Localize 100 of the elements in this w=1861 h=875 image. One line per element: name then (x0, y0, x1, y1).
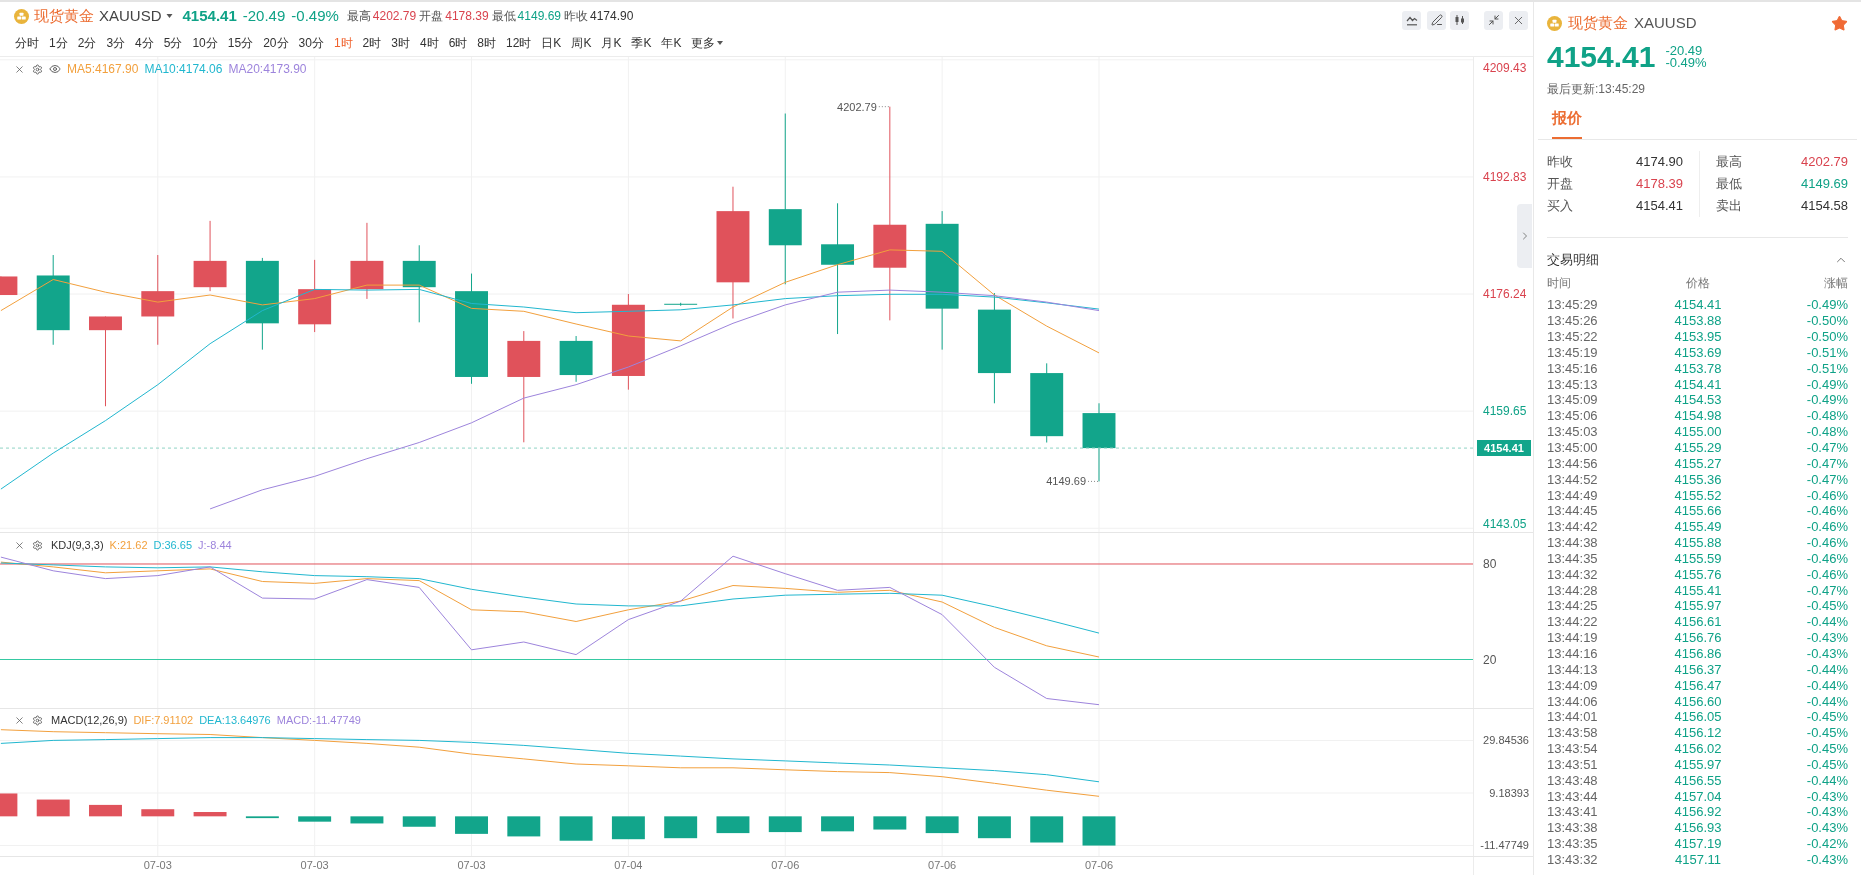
symbol-dropdown[interactable]: XAUUSD (99, 4, 173, 28)
trade-time: 13:44:09 (1547, 677, 1598, 693)
indicator-button[interactable] (1402, 10, 1421, 30)
shrink-button[interactable] (1484, 10, 1503, 30)
interval-tab[interactable]: 周K (571, 34, 592, 52)
interval-tab[interactable]: 季K (631, 34, 652, 52)
quote-value: 4154.41 (1636, 197, 1683, 216)
trade-price: 4156.61 (1674, 614, 1722, 630)
interval-tab[interactable]: 6时 (448, 34, 468, 52)
interval-tab[interactable]: 30分 (298, 34, 324, 52)
trade-price: 4156.12 (1674, 725, 1722, 741)
trade-change: -0.47% (1806, 440, 1848, 455)
eye-icon[interactable] (49, 63, 61, 75)
trade-time: 13:45:13 (1547, 376, 1598, 392)
interval-tab[interactable]: 8时 (477, 34, 496, 52)
draw-button[interactable] (1427, 10, 1446, 30)
trade-price: 4157.04 (1674, 788, 1722, 804)
interval-tab[interactable]: 2分 (77, 34, 97, 52)
trade-time: 13:45:26 (1547, 313, 1598, 329)
column-header: 时间 (1547, 275, 1571, 292)
trade-change: -0.42% (1806, 836, 1848, 852)
settings-icon[interactable] (32, 714, 43, 726)
trade-price: 4156.55 (1674, 772, 1722, 788)
trade-time: 13:43:32 (1547, 851, 1598, 867)
trade-time: 13:43:35 (1547, 836, 1598, 852)
trade-time: 13:45:09 (1547, 392, 1598, 408)
interval-tab[interactable]: 月K (601, 34, 622, 52)
interval-tab[interactable]: 5分 (163, 34, 183, 52)
interval-tab[interactable]: 4时 (419, 34, 439, 52)
price-label: 4202.79 (837, 100, 877, 113)
trade-change: -0.43% (1806, 820, 1848, 836)
axis-label: 9.18393 (1489, 786, 1529, 800)
close-icon[interactable] (14, 714, 25, 726)
trade-price: 4156.37 (1674, 661, 1722, 677)
price-change: -20.49 (242, 5, 286, 26)
legend-value: MA5:4167.90 (67, 62, 139, 76)
trade-time: 13:43:51 (1547, 756, 1598, 772)
interval-tab[interactable]: 2时 (362, 34, 382, 52)
interval-tab[interactable]: 3时 (391, 34, 410, 52)
trade-change: -0.47% (1806, 455, 1848, 471)
legend-value: MA20:4173.90 (228, 62, 307, 76)
trade-change: -0.43% (1806, 630, 1848, 646)
close-button[interactable] (1509, 10, 1528, 30)
date-label: 07-03 (142, 858, 173, 872)
quote-value: 4154.58 (1801, 197, 1848, 216)
candle (193, 220, 227, 292)
trade-price: 4155.49 (1674, 519, 1722, 535)
interval-tab[interactable]: 12时 (506, 34, 532, 52)
trade-change: -0.46% (1806, 550, 1848, 566)
trade-change: -0.43% (1806, 646, 1848, 661)
indicator-title: MACD(12,26,9) (51, 713, 128, 727)
trade-price: 4156.47 (1674, 677, 1722, 693)
interval-tab[interactable]: 4分 (135, 34, 154, 52)
interval-tab[interactable]: 年K (661, 34, 682, 52)
trade-price: 4156.76 (1674, 630, 1722, 646)
trade-price: 4156.86 (1674, 646, 1722, 661)
trade-change: -0.44% (1806, 677, 1848, 693)
trade-time: 13:44:28 (1547, 582, 1598, 598)
trade-change: -0.45% (1806, 709, 1848, 725)
settings-icon[interactable] (32, 63, 43, 75)
close-icon[interactable] (14, 539, 25, 551)
trade-price: 4155.36 (1674, 471, 1722, 487)
close-icon[interactable] (14, 63, 25, 75)
trade-price: 4155.76 (1674, 566, 1722, 582)
interval-tab[interactable]: 3分 (106, 34, 126, 52)
trade-change: -0.46% (1806, 487, 1848, 503)
interval-tab[interactable]: 分时 (15, 34, 39, 52)
trade-change: -0.49% (1806, 376, 1848, 392)
legend-value: DIF:7.91102 (133, 713, 194, 727)
axis-label: 4192.83 (1483, 169, 1527, 184)
interval-tab[interactable]: 10分 (192, 34, 218, 52)
trade-change: -0.47% (1806, 582, 1848, 598)
stat-label: 最低 (491, 8, 516, 25)
price-change: -20.49 (1665, 45, 1704, 57)
trade-time: 13:44:45 (1547, 503, 1598, 519)
interval-tab[interactable]: 20分 (263, 34, 289, 52)
trade-change: -0.45% (1806, 725, 1848, 741)
star-icon[interactable] (1831, 14, 1848, 32)
trade-price: 4156.02 (1674, 741, 1722, 757)
axis-label: 4209.43 (1483, 61, 1527, 75)
trade-time: 13:44:16 (1547, 646, 1598, 661)
trade-change: -0.45% (1806, 598, 1848, 614)
legend-value: D:36.65 (153, 538, 193, 552)
trade-price: 4153.69 (1674, 344, 1722, 360)
column-header: 价格 (1686, 275, 1710, 292)
more-button[interactable]: 更多 (691, 34, 724, 52)
candlestick-icon (1453, 14, 1466, 26)
interval-tab[interactable]: 日K (541, 34, 562, 52)
last-price: 4154.41 (182, 5, 237, 26)
trade-time: 13:44:32 (1547, 566, 1598, 582)
interval-tab[interactable]: 15分 (227, 34, 254, 52)
trade-change: -0.46% (1806, 535, 1848, 551)
trade-time: 13:44:22 (1547, 614, 1598, 630)
trade-change: -0.50% (1806, 313, 1848, 329)
chart-type-button[interactable] (1450, 10, 1469, 30)
date-label: 07-03 (456, 858, 487, 872)
settings-icon[interactable] (32, 539, 43, 551)
trade-change: -0.49% (1806, 392, 1848, 408)
interval-tab[interactable]: 1分 (49, 34, 68, 52)
trade-price: 4155.97 (1674, 598, 1722, 614)
